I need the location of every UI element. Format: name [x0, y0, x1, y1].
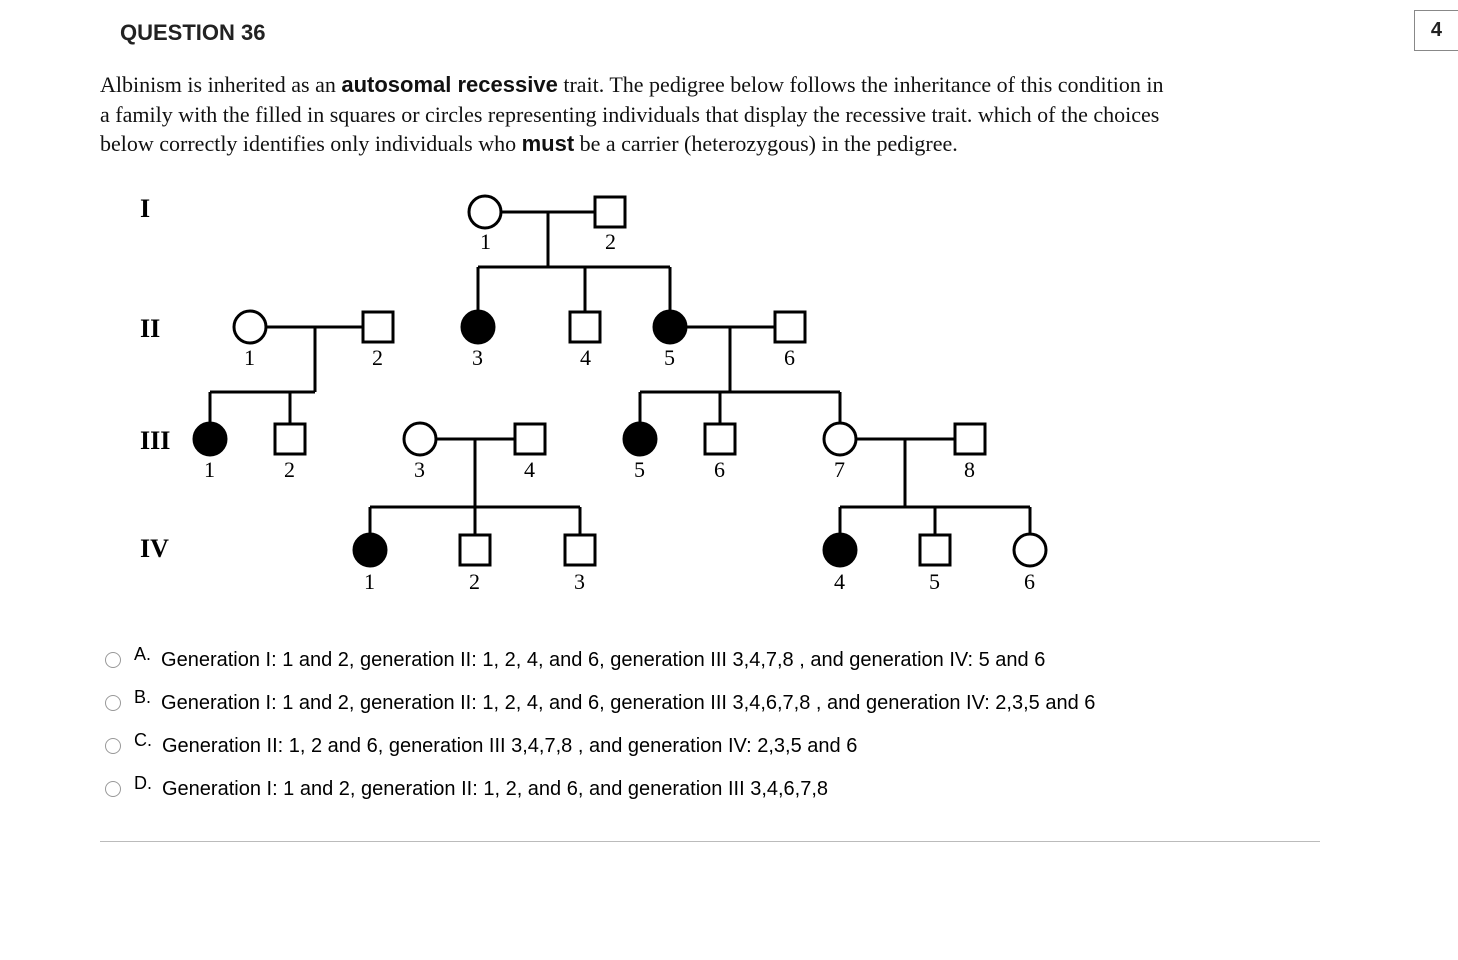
- ped-num: 8: [964, 457, 975, 482]
- ped-num: 7: [834, 457, 845, 482]
- stem-pre: Albinism is inherited as an: [100, 72, 341, 97]
- choice-d[interactable]: D. Generation I: 1 and 2, generation II:…: [100, 776, 1320, 801]
- choice-b-letter: B.: [134, 687, 151, 708]
- ped-num: 1: [244, 345, 255, 370]
- ped-num: 4: [580, 345, 591, 370]
- ped-num: 2: [469, 569, 480, 594]
- choice-c-text: Generation II: 1, 2 and 6, generation II…: [162, 735, 857, 758]
- ped-num: 2: [284, 457, 295, 482]
- pedigree-figure: I II III IV 1 2: [110, 177, 1320, 607]
- ped-II-5: [654, 311, 686, 343]
- ped-num: 5: [664, 345, 675, 370]
- ped-num: 1: [364, 569, 375, 594]
- ped-III-6: [705, 424, 735, 454]
- ped-IV-3: [565, 535, 595, 565]
- ped-IV-6: [1014, 534, 1046, 566]
- ped-num: 4: [834, 569, 845, 594]
- ped-IV-4: [824, 534, 856, 566]
- choice-a[interactable]: A. Generation I: 1 and 2, generation II:…: [100, 647, 1320, 672]
- ped-num: 3: [414, 457, 425, 482]
- choice-a-text: Generation I: 1 and 2, generation II: 1,…: [161, 649, 1045, 672]
- answer-choices: A. Generation I: 1 and 2, generation II:…: [100, 647, 1320, 801]
- ped-num: 4: [524, 457, 535, 482]
- choice-d-radio[interactable]: [105, 781, 121, 797]
- ped-num: 2: [372, 345, 383, 370]
- ped-III-5: [624, 423, 656, 455]
- ped-III-1: [194, 423, 226, 455]
- ped-III-4: [515, 424, 545, 454]
- choice-b-text: Generation I: 1 and 2, generation II: 1,…: [161, 692, 1095, 715]
- ped-II-1: [234, 311, 266, 343]
- ped-IV-1: [354, 534, 386, 566]
- question-heading: QUESTION 36: [120, 20, 1320, 46]
- ped-num: 3: [574, 569, 585, 594]
- points-badge: 4: [1414, 10, 1458, 51]
- stem-bold-1: autosomal recessive: [341, 72, 557, 97]
- ped-III-3: [404, 423, 436, 455]
- choice-d-letter: D.: [134, 773, 152, 794]
- ped-I-1: [469, 196, 501, 228]
- ped-III-8: [955, 424, 985, 454]
- gen-2-label: II: [140, 314, 160, 343]
- footer-divider: [100, 841, 1320, 872]
- choice-c-letter: C.: [134, 730, 152, 751]
- ped-num: 6: [784, 345, 795, 370]
- stem-bold-2: must: [522, 131, 575, 156]
- choice-b-radio[interactable]: [105, 695, 121, 711]
- choice-d-text: Generation I: 1 and 2, generation II: 1,…: [162, 778, 828, 801]
- ped-num: 1: [204, 457, 215, 482]
- ped-II-2: [363, 312, 393, 342]
- ped-III-2: [275, 424, 305, 454]
- choice-c-radio[interactable]: [105, 738, 121, 754]
- choice-b[interactable]: B. Generation I: 1 and 2, generation II:…: [100, 690, 1320, 715]
- ped-num: 6: [714, 457, 725, 482]
- ped-II-6: [775, 312, 805, 342]
- ped-num: 2: [605, 229, 616, 254]
- ped-num: 5: [929, 569, 940, 594]
- ped-III-7: [824, 423, 856, 455]
- question-stem: Albinism is inherited as an autosomal re…: [100, 70, 1170, 159]
- gen-4-label: IV: [140, 534, 169, 563]
- ped-IV-5: [920, 535, 950, 565]
- ped-num: 5: [634, 457, 645, 482]
- choice-a-letter: A.: [134, 644, 151, 665]
- ped-II-4: [570, 312, 600, 342]
- choice-a-radio[interactable]: [105, 652, 121, 668]
- gen-3-label: III: [140, 426, 170, 455]
- ped-num: 3: [472, 345, 483, 370]
- ped-num: 6: [1024, 569, 1035, 594]
- ped-IV-2: [460, 535, 490, 565]
- stem-post: be a carrier (heterozygous) in the pedig…: [574, 131, 958, 156]
- ped-II-3: [462, 311, 494, 343]
- ped-num: 1: [480, 229, 491, 254]
- choice-c[interactable]: C. Generation II: 1, 2 and 6, generation…: [100, 733, 1320, 758]
- gen-1-label: I: [140, 194, 150, 223]
- ped-I-2: [595, 197, 625, 227]
